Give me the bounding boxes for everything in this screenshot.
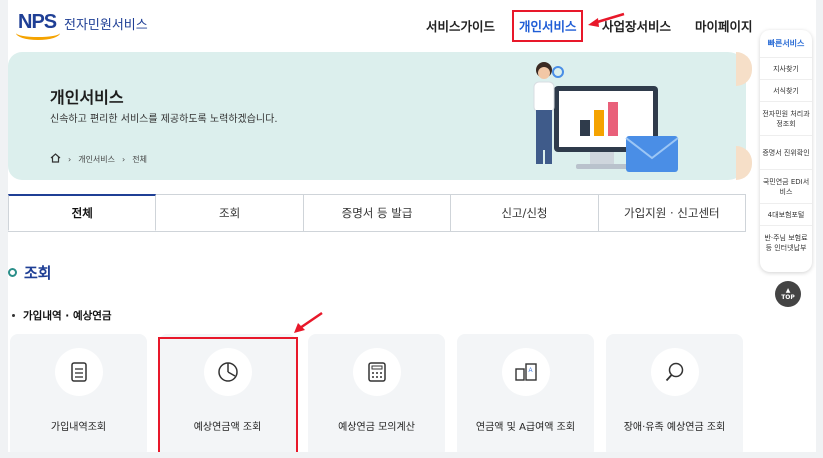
svg-text:A: A <box>529 368 533 374</box>
logo[interactable]: NPS 전자민원서비스 <box>16 10 148 40</box>
highlight-box-nav <box>512 10 583 42</box>
quick-menu-item-portal[interactable]: 4대보험포털 <box>760 204 812 226</box>
quick-menu-title: 빠른서비스 <box>760 30 812 58</box>
card-join-history[interactable]: 가입내역조회 <box>10 334 147 452</box>
breadcrumb: › 개인서비스 › 전체 <box>50 153 154 165</box>
quick-menu-item-process[interactable]: 전자민원 처리과정조회 <box>760 102 812 136</box>
dot-bullet-icon <box>12 314 15 317</box>
card-pension-simulation[interactable]: 예상연금 모의계산 <box>308 334 445 452</box>
arrow-up-icon: ▲ <box>785 287 791 294</box>
page: NPS 전자민원서비스 서비스가이드 개인서비스 사업장서비스 마이페이지 개인… <box>8 0 816 452</box>
nav-mypage[interactable]: 마이페이지 <box>695 16 753 35</box>
breadcrumb-item-all[interactable]: 전체 <box>132 154 147 165</box>
section-title: 조회 <box>8 262 52 283</box>
quick-menu-item-forms[interactable]: 서식찾기 <box>760 80 812 102</box>
nps-logo-mark: NPS <box>16 10 60 40</box>
magnifier-icon <box>651 348 699 396</box>
section-title-text: 조회 <box>24 264 52 282</box>
card-label: 예상연금 모의계산 <box>338 422 415 433</box>
nav-service-guide[interactable]: 서비스가이드 <box>426 16 495 35</box>
red-arrow-icon <box>588 12 625 27</box>
tab-join-support[interactable]: 가입지원 · 신고센터 <box>598 194 747 231</box>
tab-certificate[interactable]: 증명서 등 발급 <box>303 194 452 231</box>
tab-report-apply[interactable]: 신고/신청 <box>451 194 599 231</box>
category-tabs: 전체 조회 증명서 등 발급 신고/신청 가입지원 · 신고센터 <box>8 194 747 232</box>
red-arrow-icon <box>294 311 323 333</box>
logo-text: NPS <box>18 11 57 33</box>
calculator-icon <box>353 348 401 396</box>
banner-illustration <box>533 62 679 172</box>
tab-all[interactable]: 전체 <box>8 194 157 231</box>
header: NPS 전자민원서비스 서비스가이드 개인서비스 사업장서비스 마이페이지 <box>8 0 816 48</box>
subsection-title: 가입내역 · 예상연금 <box>12 308 112 323</box>
page-banner: 개인서비스 신속하고 편리한 서비스를 제공하도록 노력하겠습니다. › 개인서… <box>8 52 746 180</box>
top-button-label: TOP <box>781 294 795 301</box>
chevron-right-icon: › <box>122 154 126 164</box>
quick-menu-item-branch[interactable]: 지사찾기 <box>760 58 812 80</box>
breadcrumb-item-personal[interactable]: 개인서비스 <box>78 154 115 165</box>
compare-icon: A <box>502 348 550 396</box>
quick-menu-item-edi[interactable]: 국민연금 EDI서비스 <box>760 170 812 204</box>
quick-menu-item-payment[interactable]: 반·주님 보험료 등 인터넷납부 <box>760 226 812 260</box>
document-icon <box>55 348 103 396</box>
quick-menu: 빠른서비스 지사찾기 서식찾기 전자민원 처리과정조회 증명서 진위확인 국민연… <box>760 30 812 272</box>
tab-inquiry[interactable]: 조회 <box>156 194 304 231</box>
card-label: 장애·유족 예상연금 조회 <box>623 422 726 433</box>
circle-bullet-icon <box>8 268 17 277</box>
home-icon[interactable] <box>50 153 61 165</box>
scroll-top-button[interactable]: ▲ TOP <box>775 281 801 307</box>
banner-description: 신속하고 편리한 서비스를 제공하도록 노력하겠습니다. <box>50 114 278 125</box>
highlight-box-card <box>158 337 298 452</box>
page-title: 개인서비스 <box>50 88 124 107</box>
chevron-right-icon: › <box>68 154 72 164</box>
subsection-title-text: 가입내역 · 예상연금 <box>23 310 112 322</box>
quick-menu-item-verify[interactable]: 증명서 진위확인 <box>760 136 812 170</box>
card-label: 연금액 및 A급여액 조회 <box>475 422 576 433</box>
card-label: 가입내역조회 <box>50 422 107 433</box>
card-disability-survivor[interactable]: 장애·유족 예상연금 조회 <box>606 334 743 452</box>
card-pension-amount[interactable]: A 연금액 및 A급여액 조회 <box>457 334 594 452</box>
logo-subtitle: 전자민원서비스 <box>64 17 148 33</box>
